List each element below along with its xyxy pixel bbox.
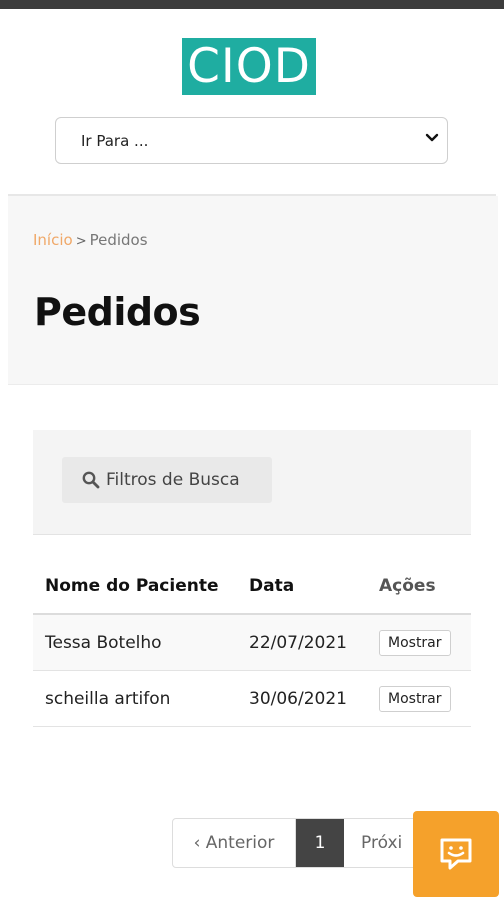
search-icon — [82, 471, 100, 489]
filter-panel: Filtros de Busca — [33, 430, 471, 535]
current-page-button[interactable]: 1 — [296, 819, 344, 867]
orders-table: Nome do Paciente Data Ações Tessa Botelh… — [33, 572, 471, 727]
chat-widget-button[interactable] — [413, 811, 499, 897]
search-filters-button[interactable]: Filtros de Busca — [62, 457, 272, 503]
search-filters-label: Filtros de Busca — [106, 470, 240, 490]
column-header-date: Data — [237, 572, 367, 615]
column-header-actions: Ações — [367, 572, 471, 615]
date-cell: 22/07/2021 — [237, 614, 367, 671]
table-row: scheilla artifon 30/06/2021 Mostrar — [33, 670, 471, 727]
column-header-patient: Nome do Paciente — [33, 572, 237, 615]
top-bar — [0, 0, 504, 9]
date-cell: 30/06/2021 — [237, 670, 367, 727]
breadcrumb: Início > Pedidos — [33, 231, 148, 249]
chat-icon — [440, 838, 472, 870]
actions-cell: Mostrar — [367, 614, 471, 671]
actions-cell: Mostrar — [367, 670, 471, 727]
previous-page-button[interactable]: ‹ Anterior — [173, 819, 296, 867]
table-row: Tessa Botelho 22/07/2021 Mostrar — [33, 614, 471, 671]
breadcrumb-home-link[interactable]: Início — [33, 231, 73, 249]
show-button[interactable]: Mostrar — [379, 629, 451, 656]
goto-select[interactable]: Ir Para ... — [55, 117, 448, 164]
page-header: Início > Pedidos Pedidos — [8, 196, 498, 385]
patient-name-cell: scheilla artifon — [33, 670, 237, 727]
show-button[interactable]: Mostrar — [379, 685, 451, 712]
page-title: Pedidos — [34, 290, 201, 334]
breadcrumb-current: Pedidos — [89, 231, 148, 249]
goto-select-value: Ir Para ... — [81, 132, 149, 150]
table-header-row: Nome do Paciente Data Ações — [33, 572, 471, 615]
breadcrumb-separator: > — [75, 234, 87, 249]
ciod-logo[interactable]: CIOD — [182, 38, 316, 95]
patient-name-cell: Tessa Botelho — [33, 614, 237, 671]
chevron-down-icon — [425, 133, 439, 142]
